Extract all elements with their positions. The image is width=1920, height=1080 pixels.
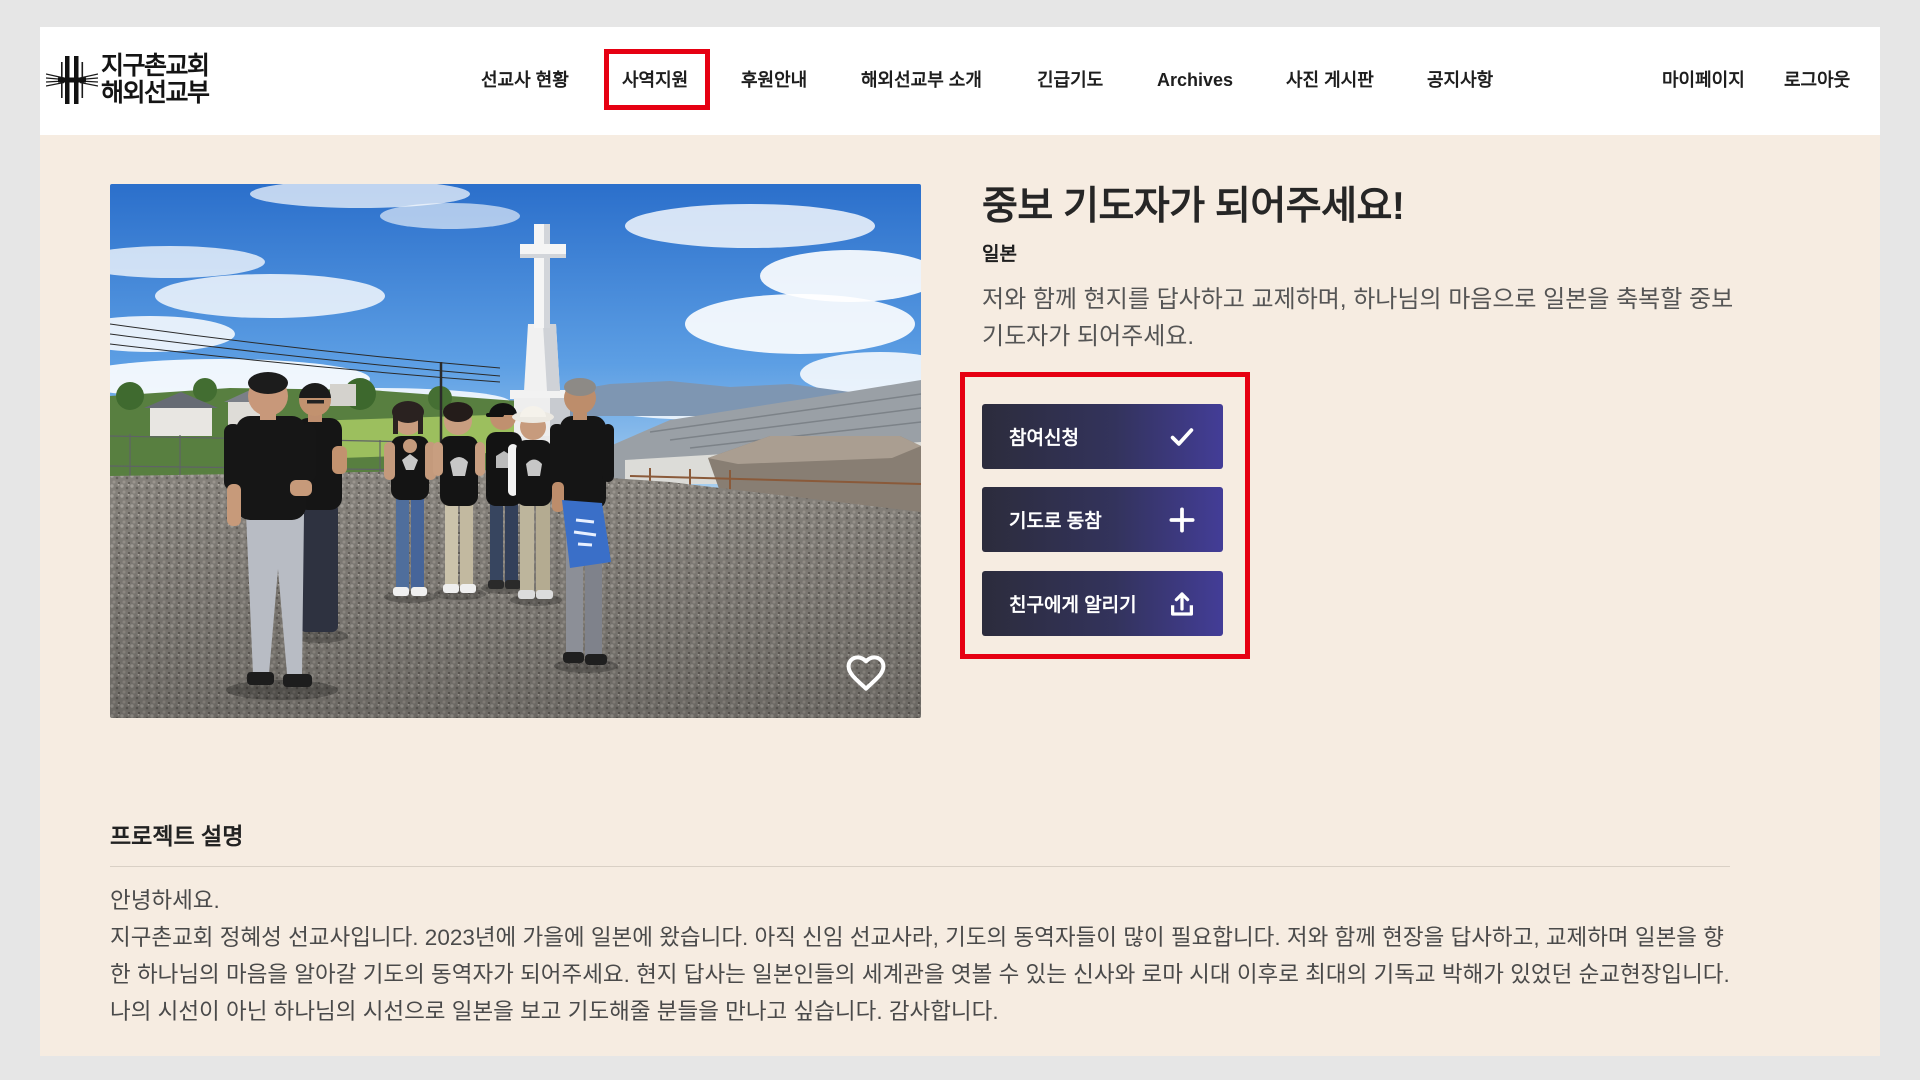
- mission-photo-scene: [110, 184, 921, 718]
- plus-icon: [1167, 505, 1197, 535]
- project-title: 중보 기도자가 되어주세요!: [982, 185, 1405, 228]
- description-greeting: 안녕하세요.: [110, 888, 220, 913]
- mypage-link[interactable]: 마이페이지: [1662, 68, 1745, 92]
- project-country: 일본: [982, 244, 1017, 265]
- apply-button[interactable]: 참여신청: [982, 404, 1223, 469]
- project-description: 안녕하세요. 지구촌교회 정혜성 선교사입니다. 2023년에 가을에 일본에 …: [110, 882, 1730, 1030]
- section-divider: [110, 866, 1730, 867]
- logo-line-2: 해외선교부: [101, 79, 210, 107]
- logout-link[interactable]: 로그아웃: [1784, 68, 1850, 92]
- site-header: 지구촌교회 해외선교부 선교사 현황 사역지원 후원안내 해외선교부 소개 긴급…: [40, 27, 1880, 135]
- nav-missionary-status[interactable]: 선교사 현황: [481, 68, 569, 92]
- project-summary: 저와 함께 현지를 답사하고 교제하며, 하나님의 마음으로 일본을 축복할 중…: [982, 286, 1734, 350]
- join-prayer-button-label: 기도로 동참: [1009, 511, 1102, 532]
- logo-line-1: 지구촌교회: [101, 52, 210, 80]
- favorite-button[interactable]: [844, 651, 888, 695]
- logo-text: 지구촌교회 해외선교부: [101, 52, 210, 107]
- nav-archives[interactable]: Archives: [1157, 68, 1233, 92]
- nav-urgent-prayer[interactable]: 긴급기도: [1037, 68, 1103, 92]
- nav-donation-guide[interactable]: 후원안내: [741, 68, 807, 92]
- share-icon: [1167, 589, 1197, 619]
- heart-icon: [846, 655, 886, 691]
- description-body: 지구촌교회 정혜성 선교사입니다. 2023년에 가을에 일본에 왔습니다. 아…: [110, 925, 1730, 1024]
- nav-ministry-support[interactable]: 사역지원: [622, 68, 688, 92]
- share-button[interactable]: 친구에게 알리기: [982, 571, 1223, 636]
- site-logo[interactable]: 지구촌교회 해외선교부: [46, 51, 210, 109]
- apply-button-label: 참여신청: [1009, 428, 1079, 449]
- project-photo: [110, 184, 921, 718]
- share-button-label: 친구에게 알리기: [1009, 595, 1137, 616]
- nav-notices[interactable]: 공지사항: [1427, 68, 1493, 92]
- nav-photo-board[interactable]: 사진 게시판: [1286, 68, 1374, 92]
- description-heading: 프로젝트 설명: [110, 823, 244, 849]
- check-icon: [1167, 422, 1197, 452]
- join-prayer-button[interactable]: 기도로 동참: [982, 487, 1223, 552]
- cross-logo-icon: [46, 56, 98, 104]
- page-frame: 지구촌교회 해외선교부 선교사 현황 사역지원 후원안내 해외선교부 소개 긴급…: [40, 27, 1880, 1056]
- nav-about-mission[interactable]: 해외선교부 소개: [861, 68, 982, 92]
